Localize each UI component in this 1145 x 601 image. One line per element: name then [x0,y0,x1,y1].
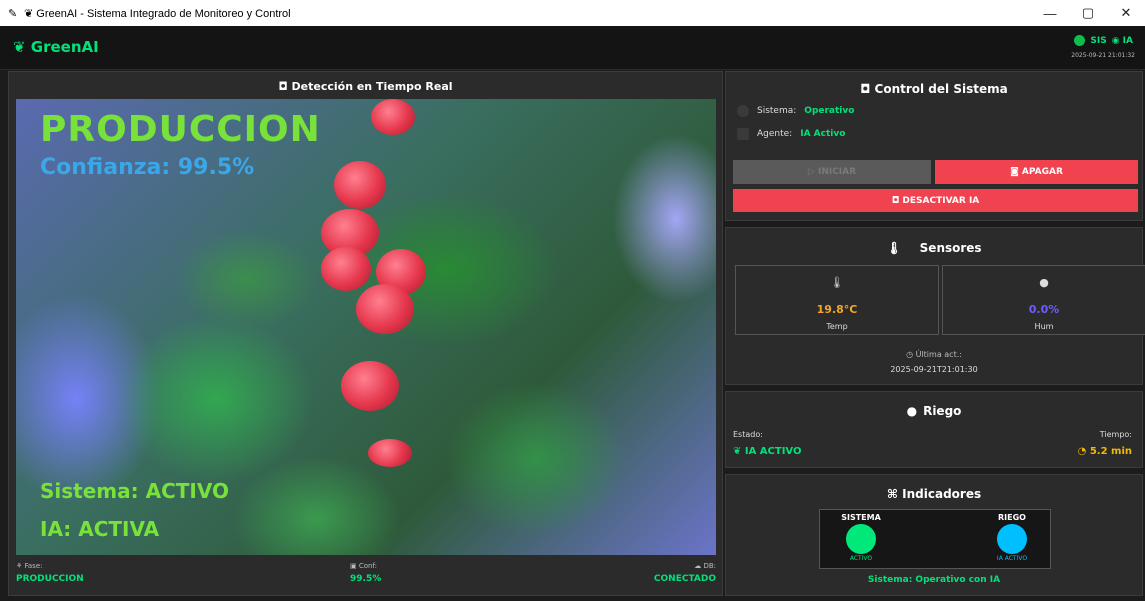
thermometer-icon: 🌡 [886,241,902,255]
irrigation-state-label: Estado: [733,430,763,439]
app-pen-icon: ✎ [8,7,18,20]
brand-logo: ❦ GreenAI [13,38,99,56]
overlay-system: Sistema: ACTIVO [40,479,229,503]
close-button[interactable]: ✕ [1107,0,1145,26]
confidence-info: ▣ Conf: 99.5% [350,562,381,584]
minimize-button[interactable]: — [1031,0,1069,26]
overlay-phase: PRODUCCION [40,109,321,150]
system-indicator-led [846,524,876,554]
system-status-dot [1074,35,1086,46]
irrigation-state-value: ❦ IA ACTIVO [733,446,802,457]
system-dot-icon [737,105,749,117]
db-label: ☁ DB: [694,562,716,570]
overlay-confidence: Confianza: 99.5% [40,155,255,180]
berry [341,361,399,411]
irrigation-title: Riego [923,404,962,418]
control-panel-title: ◘ Control del Sistema [860,82,1008,96]
db-value: CONECTADO [653,574,716,584]
berry [334,161,386,209]
thermometer-icon: 🌡 [830,276,844,289]
sensors-panel: 🌡 Sensores 🌡 19.8°C Temp ● 0.0% Hum ◷ Últ… [725,227,1145,385]
berry [368,439,412,467]
irrigation-indicator-title: RIEGO [998,513,1026,522]
temperature-card: 🌡 19.8°C Temp [735,265,939,335]
ia-status-label: ◉ IA [1111,35,1133,46]
sensors-title: Sensores [919,241,982,255]
last-update-label: ◷ Última act.: [906,350,962,359]
berry [356,284,414,334]
camera-panel-title: ◘ Detección en Tiempo Real [278,80,453,93]
indicators-summary: Sistema: Operativo con IA [867,575,1001,585]
confidence-label: ▣ Conf: [350,562,378,570]
agent-value: IA Activo [800,129,846,139]
confidence-value: 99.5% [350,574,382,584]
irrigation-indicator-state: IA ACTIVO [996,555,1028,562]
agent-label: Agente: [757,129,793,139]
window-title: ❦ GreenAI - Sistema Integrado de Monitor… [24,7,291,20]
agent-status-row: Agente: IA Activo [737,128,845,140]
camera-panel: ◘ Detección en Tiempo Real PRODUCCION Co… [8,71,723,596]
maximize-button[interactable]: ▢ [1069,0,1107,26]
header-timestamp: 2025-09-21 21:01:32 [1071,52,1135,59]
system-control-panel: ◘ Control del Sistema Sistema: Operativo… [725,71,1143,221]
deactivate-ia-button[interactable]: ◘ DESACTIVAR IA [733,189,1138,212]
system-label: Sistema: [757,106,797,116]
berry [371,99,415,135]
irrigation-indicator: RIEGO IA ACTIVO [982,513,1042,562]
start-button[interactable]: ▷ INICIAR [733,160,931,184]
phase-value: PRODUCCION [16,574,84,584]
droplet-icon: ● [906,404,918,418]
system-value: Operativo [804,106,855,116]
humidity-value: 0.0% [1028,303,1060,316]
system-indicator: SISTEMA ACTIVO [831,513,891,562]
db-info: ☁ DB: CONECTADO [654,562,716,584]
irrigation-time-label: Tiempo: [1099,430,1132,439]
temperature-label: Temp [826,322,848,331]
indicators-title: ⌘ Indicadores [886,487,982,501]
system-indicator-state: ACTIVO [849,555,873,562]
irrigation-time-value: ◔ 5.2 min [1077,446,1132,457]
system-status-label: SIS [1090,35,1107,46]
droplet-icon: ● [1039,276,1049,289]
shutdown-button[interactable]: ◙ APAGAR [935,160,1138,184]
app-header: ❦ GreenAI SIS ◉ IA [0,26,1145,70]
camera-footer: ⚘ Fase: PRODUCCION ▣ Conf: 99.5% ☁ DB: C… [16,562,716,592]
sensors-title-row: 🌡 Sensores [726,241,1142,255]
irrigation-indicator-led [997,524,1027,554]
phase-label: ⚘ Fase: [16,562,43,570]
system-status-row: Sistema: Operativo [737,105,854,117]
window-title-bar: ✎ ❦ GreenAI - Sistema Integrado de Monit… [0,0,1145,26]
temperature-value: 19.8°C [816,303,858,316]
phase-info: ⚘ Fase: PRODUCCION [16,562,84,584]
humidity-label: Hum [1034,322,1054,331]
irrigation-title-row: ● Riego [726,404,1142,418]
system-indicator-title: SISTEMA [841,513,881,522]
last-update-value: 2025-09-21T21:01:30 [890,365,978,374]
robot-icon [737,128,749,140]
irrigation-panel: ● Riego Estado: ❦ IA ACTIVO Tiempo: ◔ 5.2… [725,391,1143,468]
header-status: SIS ◉ IA [1074,35,1133,46]
indicators-panel: ⌘ Indicadores SISTEMA ACTIVO RIEGO IA AC… [725,474,1143,596]
overlay-ia: IA: ACTIVA [40,517,160,541]
indicators-box: SISTEMA ACTIVO RIEGO IA ACTIVO [819,509,1051,569]
berry [321,247,371,291]
camera-feed: PRODUCCION Confianza: 99.5% Sistema: ACT… [16,99,716,555]
humidity-card: ● 0.0% Hum [942,265,1145,335]
window-controls: — ▢ ✕ [1031,0,1145,26]
